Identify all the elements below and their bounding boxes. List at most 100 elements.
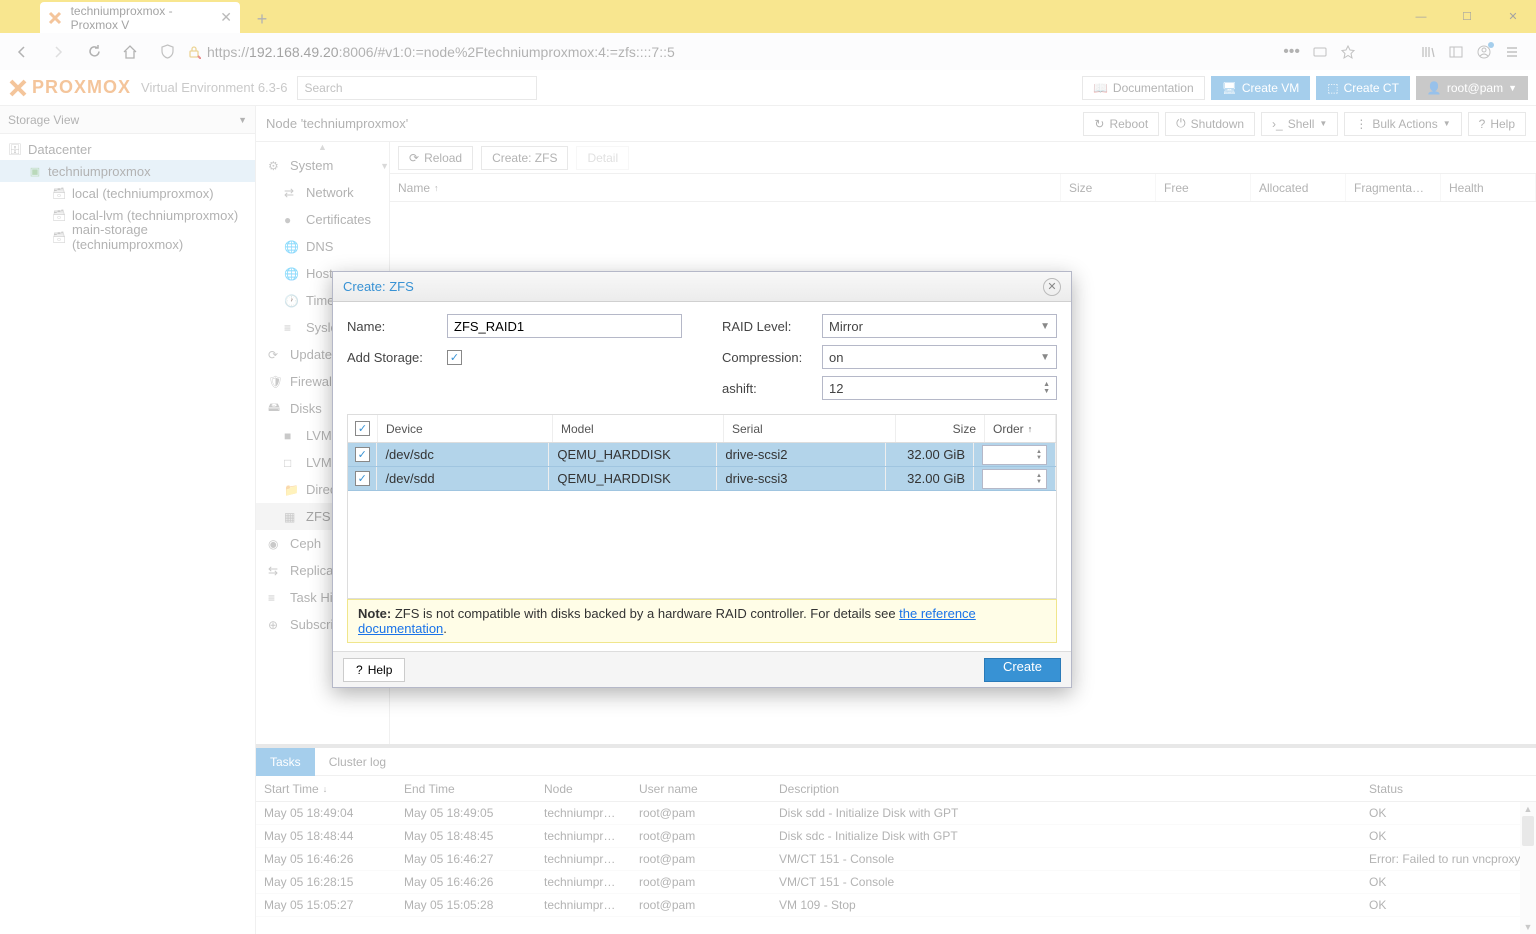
window-controls: — ☐ ✕ bbox=[1398, 0, 1536, 33]
back-button[interactable] bbox=[8, 38, 36, 66]
log-row[interactable]: May 05 18:48:44 May 05 18:48:45 technium… bbox=[256, 825, 1536, 848]
user-menu-button[interactable]: 👤root@pam▼ bbox=[1416, 76, 1528, 100]
submenu-network[interactable]: ⇄Network bbox=[256, 179, 389, 206]
tab-close-icon[interactable]: ✕ bbox=[220, 9, 232, 26]
header-checkbox[interactable]: ✓ bbox=[348, 415, 378, 442]
log-scrollbar[interactable]: ▲ ▼ bbox=[1520, 802, 1536, 934]
col-size[interactable]: Size bbox=[896, 415, 985, 442]
tree-datacenter[interactable]: 🗄Datacenter bbox=[0, 138, 255, 160]
log-rows: May 05 18:49:04 May 05 18:49:05 technium… bbox=[256, 802, 1536, 917]
col-fragmentation[interactable]: Fragmenta… bbox=[1346, 174, 1441, 201]
scroll-down-icon[interactable]: ▼ bbox=[1520, 920, 1536, 934]
col-free[interactable]: Free bbox=[1156, 174, 1251, 201]
col-health[interactable]: Health bbox=[1441, 174, 1536, 201]
ashift-input[interactable]: 12▲▼ bbox=[822, 376, 1057, 400]
col-serial[interactable]: Serial bbox=[724, 415, 896, 442]
search-input[interactable] bbox=[297, 76, 537, 100]
dialog-create-button[interactable]: Create bbox=[984, 658, 1061, 682]
submenu-system[interactable]: ⚙System▼ bbox=[256, 152, 389, 179]
protection-icon[interactable] bbox=[1312, 44, 1328, 60]
name-input[interactable] bbox=[447, 314, 682, 338]
reboot-button[interactable]: ↻Reboot bbox=[1083, 112, 1159, 136]
log-col-node[interactable]: Node bbox=[536, 776, 631, 801]
tab-cluster-log[interactable]: Cluster log bbox=[315, 748, 400, 776]
create-ct-button[interactable]: ⬚Create CT bbox=[1316, 76, 1410, 100]
library-icon[interactable] bbox=[1420, 44, 1436, 60]
new-tab-button[interactable]: + bbox=[248, 5, 276, 33]
submenu-dns[interactable]: 🌐DNS bbox=[256, 233, 389, 260]
disk-checkbox[interactable]: ✓ bbox=[355, 447, 370, 462]
disk-checkbox[interactable]: ✓ bbox=[355, 471, 370, 486]
hosts-icon: 🌐 bbox=[284, 267, 298, 281]
more-icon[interactable]: ••• bbox=[1283, 43, 1300, 61]
scroll-thumb[interactable] bbox=[1522, 816, 1534, 846]
disk-row[interactable]: ✓ /dev/sdc QEMU_HARDDISK drive-scsi2 32.… bbox=[348, 443, 1056, 467]
log-grid-header: Start Time ↓ End Time Node User name Des… bbox=[256, 776, 1536, 802]
disk-serial: drive-scsi2 bbox=[717, 443, 886, 466]
sync-icon: ⇆ bbox=[268, 564, 282, 578]
shield-icon bbox=[160, 44, 175, 59]
window-close-button[interactable]: ✕ bbox=[1490, 0, 1536, 33]
disk-model: QEMU_HARDDISK bbox=[549, 443, 717, 466]
col-allocated[interactable]: Allocated bbox=[1251, 174, 1346, 201]
submenu-certificates[interactable]: ●Certificates bbox=[256, 206, 389, 233]
nav-bar: https://192.168.49.20:8006/#v1:0:=node%2… bbox=[0, 33, 1536, 70]
log-row[interactable]: May 05 16:28:15 May 05 16:46:26 technium… bbox=[256, 871, 1536, 894]
col-device[interactable]: Device bbox=[378, 415, 553, 442]
url-text: https://192.168.49.20:8006/#v1:0:=node%2… bbox=[207, 44, 675, 60]
square-icon: ■ bbox=[284, 429, 298, 443]
log-row[interactable]: May 05 16:46:26 May 05 16:46:27 technium… bbox=[256, 848, 1536, 871]
storage-icon: 🗃 bbox=[52, 208, 66, 222]
add-storage-checkbox[interactable]: ✓ bbox=[447, 350, 462, 365]
view-selector[interactable]: Storage View▼ bbox=[0, 106, 255, 134]
chevron-down-icon: ▼ bbox=[1040, 352, 1050, 363]
help-button[interactable]: ?Help bbox=[1468, 112, 1526, 136]
tree-storage-local[interactable]: 🗃local (techniumproxmox) bbox=[0, 182, 255, 204]
reload-button[interactable] bbox=[80, 38, 108, 66]
disk-order-input[interactable]: ▲▼ bbox=[982, 445, 1047, 465]
proxmox-logo[interactable]: PROXMOX bbox=[8, 77, 131, 98]
account-icon[interactable] bbox=[1476, 44, 1492, 60]
browser-tab[interactable]: techniumproxmox - Proxmox V ✕ bbox=[40, 2, 240, 33]
create-zfs-button[interactable]: Create: ZFS bbox=[481, 146, 568, 170]
forward-button[interactable] bbox=[44, 38, 72, 66]
disk-order-input[interactable]: ▲▼ bbox=[982, 469, 1047, 489]
menu-icon[interactable] bbox=[1504, 44, 1520, 60]
dialog-help-button[interactable]: ?Help bbox=[343, 658, 405, 682]
documentation-button[interactable]: 📖Documentation bbox=[1082, 76, 1205, 100]
log-row[interactable]: May 05 15:05:27 May 05 15:05:28 technium… bbox=[256, 894, 1536, 917]
log-row[interactable]: May 05 18:49:04 May 05 18:49:05 technium… bbox=[256, 802, 1536, 825]
bulk-actions-button[interactable]: ⋮Bulk Actions▼ bbox=[1344, 112, 1461, 136]
col-name[interactable]: Name ↑ bbox=[390, 174, 1061, 201]
log-col-user[interactable]: User name bbox=[631, 776, 771, 801]
disk-row[interactable]: ✓ /dev/sdd QEMU_HARDDISK drive-scsi3 32.… bbox=[348, 467, 1056, 491]
shell-button[interactable]: ›_Shell▼ bbox=[1261, 112, 1338, 136]
refresh-icon: ⟳ bbox=[409, 151, 419, 165]
sidebar-icon[interactable] bbox=[1448, 44, 1464, 60]
shutdown-button[interactable]: ⏻Shutdown bbox=[1165, 112, 1255, 136]
create-vm-button[interactable]: 🖥Create VM bbox=[1211, 76, 1311, 100]
log-col-end[interactable]: End Time bbox=[396, 776, 536, 801]
tree-node[interactable]: ▣techniumproxmox bbox=[0, 160, 255, 182]
col-size[interactable]: Size bbox=[1061, 174, 1156, 201]
pve-header: PROXMOX Virtual Environment 6.3-6 📖Docum… bbox=[0, 70, 1536, 106]
window-maximize-button[interactable]: ☐ bbox=[1444, 0, 1490, 33]
book-icon: 📖 bbox=[1093, 81, 1108, 95]
tree-storage-main[interactable]: 🗃main-storage (techniumproxmox) bbox=[0, 226, 255, 248]
bookmark-icon[interactable] bbox=[1340, 44, 1356, 60]
col-model[interactable]: Model bbox=[553, 415, 724, 442]
reload-button[interactable]: ⟳Reload bbox=[398, 146, 473, 170]
col-order[interactable]: Order ↑ bbox=[985, 415, 1056, 442]
scroll-up-icon[interactable]: ▲ bbox=[1520, 802, 1536, 816]
dialog-close-button[interactable]: ✕ bbox=[1043, 278, 1061, 296]
window-minimize-button[interactable]: — bbox=[1398, 0, 1444, 33]
raid-level-select[interactable]: Mirror▼ bbox=[822, 314, 1057, 338]
log-col-status[interactable]: Status bbox=[1361, 776, 1536, 801]
tab-tasks[interactable]: Tasks bbox=[256, 748, 315, 776]
url-bar[interactable]: https://192.168.49.20:8006/#v1:0:=node%2… bbox=[152, 37, 1267, 67]
compression-select[interactable]: on▼ bbox=[822, 345, 1057, 369]
log-col-desc[interactable]: Description bbox=[771, 776, 1361, 801]
log-col-start[interactable]: Start Time ↓ bbox=[256, 776, 396, 801]
home-button[interactable] bbox=[116, 38, 144, 66]
dialog-header[interactable]: Create: ZFS ✕ bbox=[333, 272, 1071, 302]
